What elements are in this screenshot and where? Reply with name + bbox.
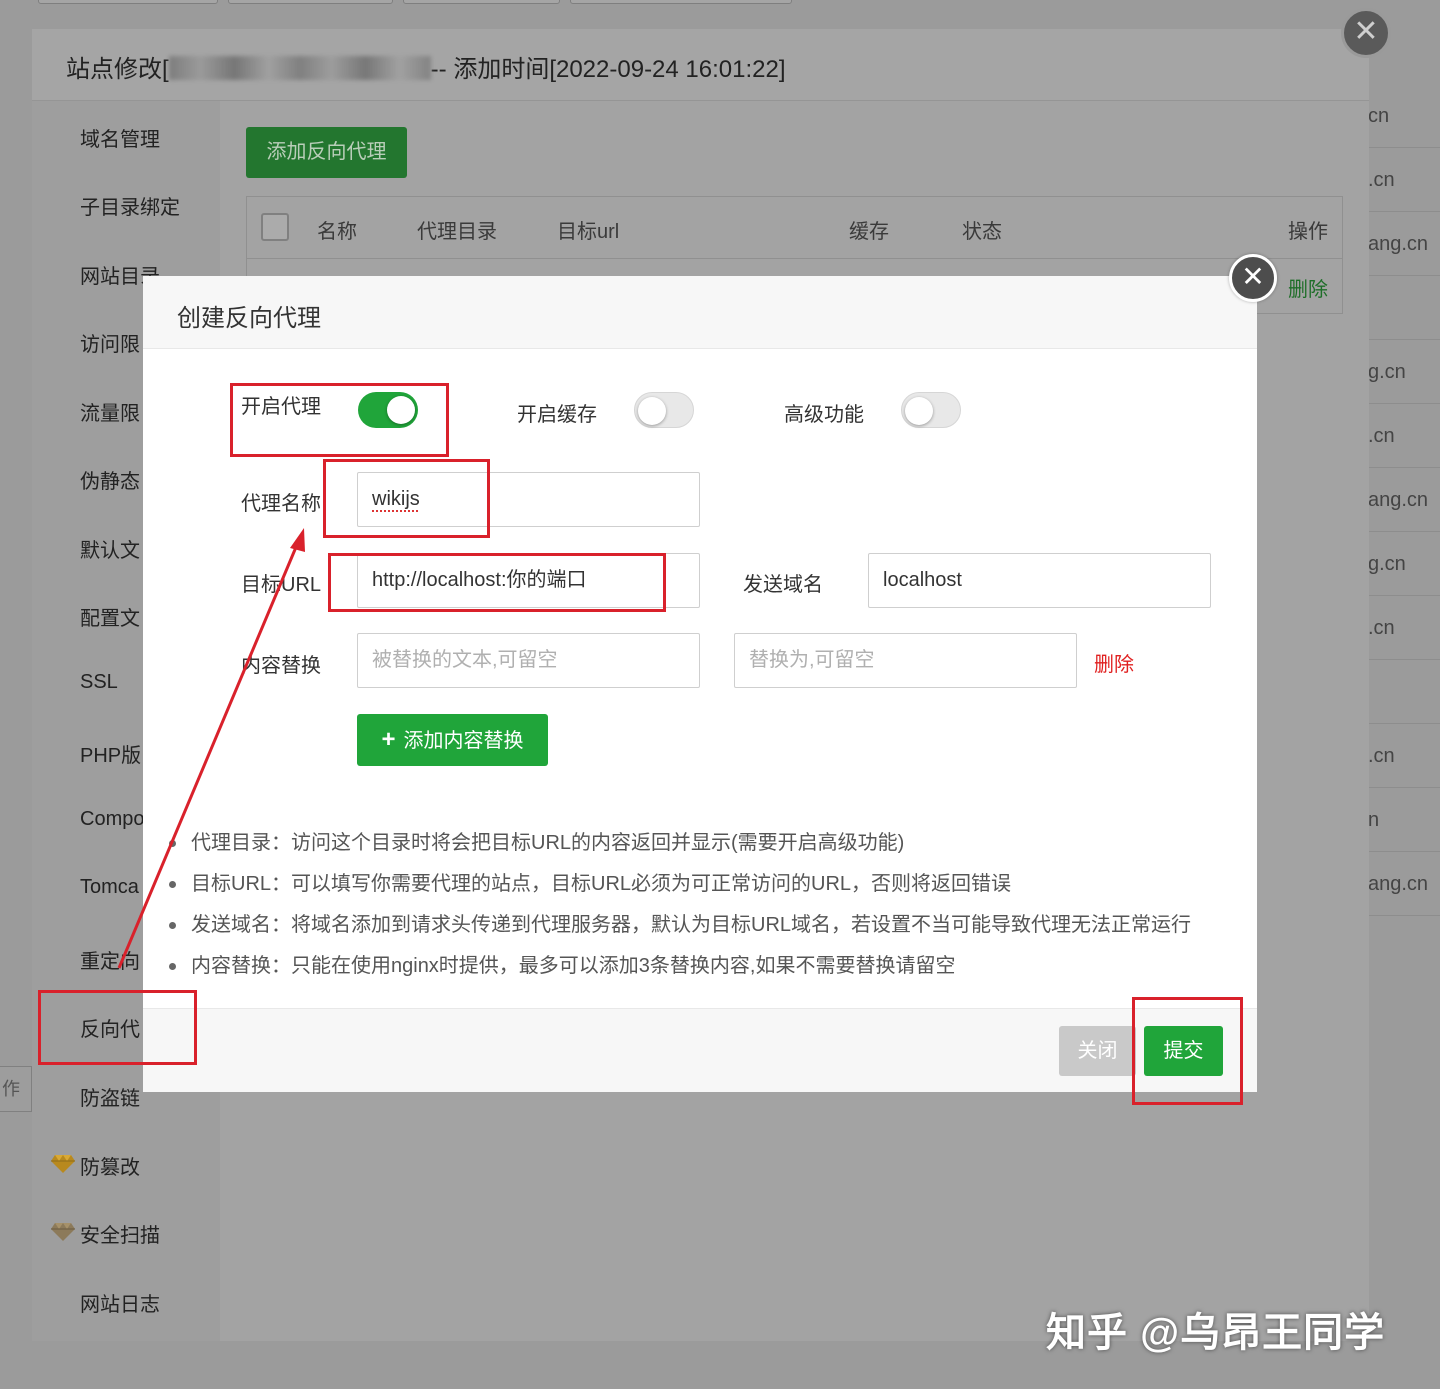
background-tabs [0, 0, 1440, 8]
sidebar-item-reverse-proxy[interactable]: 反向代 [80, 1013, 140, 1042]
sidebar-item-php[interactable]: PHP版 [80, 739, 141, 768]
close-icon[interactable]: ✕ [1229, 254, 1277, 302]
background-domain-item [1368, 660, 1440, 724]
help-item: 目标URL：可以填写你需要代理的站点，目标URL必须为可正常访问的URL，否则将… [167, 869, 1247, 910]
proxy-name-input[interactable]: wikijs [357, 472, 700, 527]
diamond-icon [51, 1223, 75, 1241]
background-domain-item: cn [1368, 84, 1440, 148]
sidebar-item-tomcat[interactable]: Tomca [80, 876, 139, 899]
sidebar-item-access-limit[interactable]: 访问限 [80, 328, 140, 357]
background-tab [570, 0, 792, 4]
site-modal-title: 站点修改[ -- 添加时间[2022-09-24 16:01:22] [66, 49, 786, 84]
background-domain-item: ang.cn [1368, 852, 1440, 916]
enable-cache-toggle[interactable] [634, 392, 694, 428]
sidebar-item-redirect[interactable]: 重定向 [80, 945, 140, 974]
watermark: 知乎 @乌昂王同学 [1046, 1311, 1386, 1355]
background-domain-list: cn .cn ang.cn g.cn .cn ang.cn g.cn .cn .… [1368, 84, 1440, 916]
background-domain-item: ang.cn [1368, 468, 1440, 532]
replace-to-input[interactable]: 替换为,可留空 [734, 633, 1077, 688]
toggle-knob [638, 397, 666, 425]
toggle-knob [387, 396, 415, 424]
plus-icon: + [381, 726, 396, 753]
dialog-footer: 关闭 提交 [143, 1008, 1257, 1092]
column-cache: 缓存 [849, 221, 889, 243]
advanced-label: 高级功能 [784, 404, 864, 426]
background-domain-item: .cn [1368, 404, 1440, 468]
proxy-name-label: 代理名称 [241, 493, 321, 515]
advanced-toggle[interactable] [901, 392, 961, 428]
toggle-knob [905, 397, 933, 425]
column-actions: 操作 [1288, 221, 1328, 243]
select-all-checkbox[interactable] [261, 213, 289, 241]
background-domain-item: .cn [1368, 596, 1440, 660]
site-title-suffix: -- 添加时间[2022-09-24 16:01:22] [430, 56, 786, 83]
column-target-url: 目标url [557, 221, 620, 243]
dialog-title: 创建反向代理 [177, 305, 321, 332]
background-tab [403, 0, 560, 4]
sidebar-item-default-doc[interactable]: 默认文 [80, 534, 140, 563]
row-delete-link[interactable]: 删除 [1288, 273, 1328, 302]
content-replace-label: 内容替换 [241, 655, 321, 677]
add-reverse-proxy-button[interactable]: 添加反向代理 [246, 127, 407, 178]
sidebar-item-tamper-proof[interactable]: 防篡改 [80, 1151, 140, 1180]
enable-cache-label: 开启缓存 [517, 404, 597, 426]
site-title-prefix: 站点修改[ [66, 56, 169, 83]
background-action-fragment: 作 [0, 1066, 32, 1112]
background-domain-item: g.cn [1368, 532, 1440, 596]
replace-from-input[interactable]: 被替换的文本,可留空 [357, 633, 700, 688]
send-domain-input[interactable]: localhost [868, 553, 1211, 608]
background-tab [38, 0, 218, 4]
target-url-input[interactable]: http://localhost:你的端口 [357, 553, 700, 608]
create-reverse-proxy-dialog: 创建反向代理 ✕ 开启代理 开启缓存 高级功能 代理名称 wikijs 目标UR… [143, 254, 1277, 1092]
help-item: 代理目录：访问这个目录时将会把目标URL的内容返回并显示(需要开启高级功能) [167, 828, 1247, 869]
background-domain-item [1368, 276, 1440, 340]
sidebar-item-traffic-limit[interactable]: 流量限 [80, 397, 140, 426]
background-domain-item: n [1368, 788, 1440, 852]
enable-proxy-toggle[interactable] [358, 392, 418, 428]
sidebar-item-ssl[interactable]: SSL [80, 671, 118, 694]
dialog-header: 创建反向代理 [143, 276, 1257, 349]
target-url-label: 目标URL [241, 574, 322, 596]
background-tab [228, 0, 393, 4]
sidebar-item-subdir[interactable]: 子目录绑定 [80, 191, 180, 220]
proxy-name-value: wikijs [372, 488, 420, 510]
proxy-table-header: 名称 代理目录 目标url 缓存 状态 操作 [247, 197, 1342, 259]
column-proxy-dir: 代理目录 [417, 221, 497, 243]
close-button[interactable]: 关闭 [1059, 1026, 1136, 1076]
add-content-label: 添加内容替换 [403, 730, 524, 752]
column-status: 状态 [962, 221, 1002, 243]
background-domain-item: g.cn [1368, 340, 1440, 404]
help-list: 代理目录：访问这个目录时将会把目标URL的内容返回并显示(需要开启高级功能) 目… [167, 828, 1247, 992]
help-item: 内容替换：只能在使用nginx时提供，最多可以添加3条替换内容,如果不需要替换请… [167, 951, 1247, 992]
site-modal-header: 站点修改[ -- 添加时间[2022-09-24 16:01:22] [32, 29, 1369, 101]
sidebar-item-security-scan[interactable]: 安全扫描 [80, 1219, 160, 1248]
help-item: 发送域名：将域名添加到请求头传递到代理服务器，默认为目标URL域名，若设置不当可… [167, 910, 1247, 951]
column-name: 名称 [317, 221, 357, 243]
sidebar-item-composer[interactable]: Compo [80, 808, 144, 831]
sidebar-item-hotlink[interactable]: 防盗链 [80, 1082, 140, 1111]
background-domain-item: ang.cn [1368, 212, 1440, 276]
redacted-domain [168, 56, 431, 80]
submit-button[interactable]: 提交 [1144, 1026, 1223, 1076]
send-domain-label: 发送域名 [743, 574, 823, 596]
delete-replace-link[interactable]: 删除 [1094, 648, 1134, 677]
sidebar-item-config[interactable]: 配置文 [80, 602, 140, 631]
diamond-icon [51, 1155, 75, 1173]
sidebar-item-domain[interactable]: 域名管理 [80, 123, 160, 152]
add-content-replace-button[interactable]: + 添加内容替换 [357, 714, 548, 766]
sidebar-item-rewrite[interactable]: 伪静态 [80, 465, 140, 494]
enable-proxy-label: 开启代理 [241, 396, 321, 418]
sidebar-item-site-log[interactable]: 网站日志 [80, 1288, 160, 1317]
background-domain-item: .cn [1368, 148, 1440, 212]
background-domain-item: .cn [1368, 724, 1440, 788]
close-icon[interactable]: ✕ [1341, 8, 1391, 58]
